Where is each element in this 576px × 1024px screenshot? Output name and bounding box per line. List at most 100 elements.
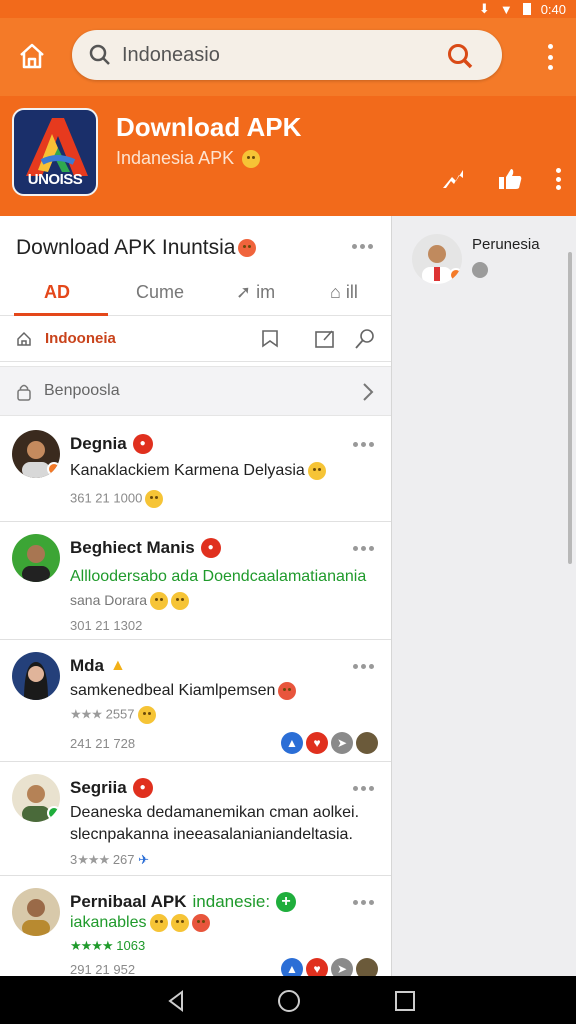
- tab-ad[interactable]: AD: [44, 282, 70, 303]
- reactor-avatar[interactable]: [356, 958, 378, 976]
- emoji-icon: [278, 682, 297, 700]
- share-small-icon[interactable]: ➤: [331, 732, 353, 754]
- post-more-button[interactable]: [353, 786, 374, 791]
- avatar[interactable]: [12, 774, 60, 822]
- app-logo: UNOISS: [12, 108, 98, 196]
- like-icon[interactable]: [496, 166, 524, 192]
- filter-label[interactable]: Indooneia: [45, 330, 116, 347]
- search-submit-icon[interactable]: [446, 42, 474, 70]
- share-small-icon[interactable]: ➤: [331, 958, 353, 976]
- search-bar[interactable]: [72, 30, 502, 80]
- more-options-button[interactable]: [546, 44, 554, 70]
- post-text: Deaneska dedamanemikan cman aolkei.: [70, 804, 360, 821]
- battery-icon: [522, 3, 531, 15]
- post-text: iakanables: [70, 914, 210, 932]
- post-meta: 3★★★ 267 ✈: [70, 852, 150, 867]
- emoji-icon: [137, 706, 156, 724]
- recents-icon[interactable]: [392, 988, 418, 1014]
- clock-icon: [472, 262, 488, 278]
- post-item[interactable]: Segriia ● Deaneska dedamanemikan cman aol…: [0, 762, 391, 876]
- wifi-icon: ▼: [499, 1, 513, 17]
- tab-im[interactable]: ➚ im: [236, 282, 275, 303]
- header-more-button[interactable]: [554, 168, 562, 190]
- page-more-button[interactable]: [352, 244, 373, 249]
- post-rating: ★★★ 2557: [70, 706, 156, 724]
- emoji-icon: [149, 914, 168, 932]
- reaction-bar[interactable]: ▲ ♥ ➤: [281, 958, 378, 976]
- live-badge-icon: ●: [200, 538, 221, 558]
- add-icon[interactable]: +: [276, 892, 297, 912]
- avatar[interactable]: [12, 430, 60, 478]
- post-item[interactable]: Mda ▲ samkenedbeal Kiamlpemsen ★★★ 2557 2…: [0, 640, 391, 762]
- download-status-icon: ⬇: [478, 1, 490, 16]
- post-meta: 241 21 728: [70, 736, 136, 751]
- tab-bar: AD Cume ➚ im ⌂ ill: [0, 276, 391, 316]
- post-author: Mda: [70, 656, 104, 675]
- post-author: Degnia: [70, 434, 127, 453]
- emoji-icon: [171, 592, 190, 611]
- thumbs-up-icon[interactable]: ▲: [281, 732, 303, 754]
- post-meta: 291 21 952: [70, 962, 136, 976]
- status-bar: ⬇ ▼ 0:40: [0, 0, 576, 18]
- share-icon[interactable]: [440, 166, 466, 192]
- post-text: samkenedbeal Kiamlpemsen: [70, 682, 297, 700]
- home-outline-icon: ⌂: [330, 282, 341, 302]
- post-item[interactable]: Beghiect Manis ● Allloodersabo ada Doendc…: [0, 522, 391, 640]
- page-title: Download APK Inuntsia: [16, 236, 257, 260]
- tab-ill[interactable]: ⌂ ill: [330, 282, 358, 303]
- header-subtitle: Indanesia APK: [116, 148, 261, 169]
- side-avatar[interactable]: [412, 234, 462, 284]
- home-button[interactable]: [14, 38, 50, 74]
- post-more-button[interactable]: [353, 664, 374, 669]
- heart-icon[interactable]: ♥: [306, 958, 328, 976]
- heart-icon[interactable]: ♥: [306, 732, 328, 754]
- side-user-name[interactable]: Perunesia: [472, 236, 540, 253]
- avatar[interactable]: [12, 534, 60, 582]
- post-more-button[interactable]: [353, 546, 374, 551]
- avatar[interactable]: [12, 888, 60, 936]
- tab-cume[interactable]: Cume: [136, 282, 184, 303]
- section-row[interactable]: Benpoosla: [0, 366, 391, 416]
- post-author-tag: indanesie:: [192, 892, 271, 911]
- arrow-right-icon: ➚: [236, 282, 252, 302]
- post-item[interactable]: Degnia ● Kanaklackiem Karmena Delyasia 36…: [0, 418, 391, 522]
- top-bar: [0, 18, 576, 96]
- chevron-right-icon: [363, 383, 374, 401]
- emoji-icon: [170, 914, 189, 932]
- section-label: Benpoosla: [44, 382, 120, 399]
- reaction-bar[interactable]: ▲ ♥ ➤: [281, 732, 378, 754]
- thumbs-up-icon[interactable]: ▲: [281, 958, 303, 976]
- home-icon: [20, 43, 44, 69]
- app-header: UNOISS Download APK Indanesia APK: [0, 96, 576, 216]
- reactor-avatar[interactable]: [356, 732, 378, 754]
- avatar[interactable]: [12, 652, 60, 700]
- side-panel: Perunesia: [392, 216, 576, 976]
- post-text: Kanaklackiem Karmena Delyasia: [70, 462, 326, 480]
- post-more-button[interactable]: [353, 900, 374, 905]
- scrollbar[interactable]: [568, 252, 572, 564]
- post-author: Segriia: [70, 778, 127, 797]
- search-input[interactable]: [122, 40, 442, 70]
- search-small-icon[interactable]: [354, 328, 376, 350]
- live-badge-icon: ●: [132, 434, 153, 454]
- post-author: Beghiect Manis: [70, 538, 195, 557]
- emoji-icon: [150, 592, 169, 611]
- app-logo-text: UNOISS: [27, 171, 83, 188]
- bookmark-icon[interactable]: [260, 328, 280, 348]
- post-more-button[interactable]: [353, 442, 374, 447]
- plane-icon: ✈: [138, 852, 150, 867]
- emoji-icon: [238, 239, 257, 258]
- rating-stars-icon: ★★★: [77, 852, 110, 867]
- post-item[interactable]: Pernibaal APK indanesie: + iakanables ★★★★…: [0, 876, 391, 976]
- post-author: Pernibaal APK: [70, 892, 187, 911]
- rating-stars-icon: ★★★: [70, 706, 103, 722]
- emoji-icon: [145, 490, 164, 508]
- status-time: 0:40: [540, 1, 566, 17]
- lock-icon: [17, 384, 31, 401]
- system-nav-bar: [0, 976, 576, 1024]
- home-nav-icon[interactable]: [276, 988, 302, 1014]
- back-icon[interactable]: [164, 988, 190, 1014]
- edit-icon[interactable]: [314, 328, 336, 350]
- post-meta: 361 21 1000: [70, 490, 164, 508]
- trophy-icon: ▲: [110, 657, 126, 674]
